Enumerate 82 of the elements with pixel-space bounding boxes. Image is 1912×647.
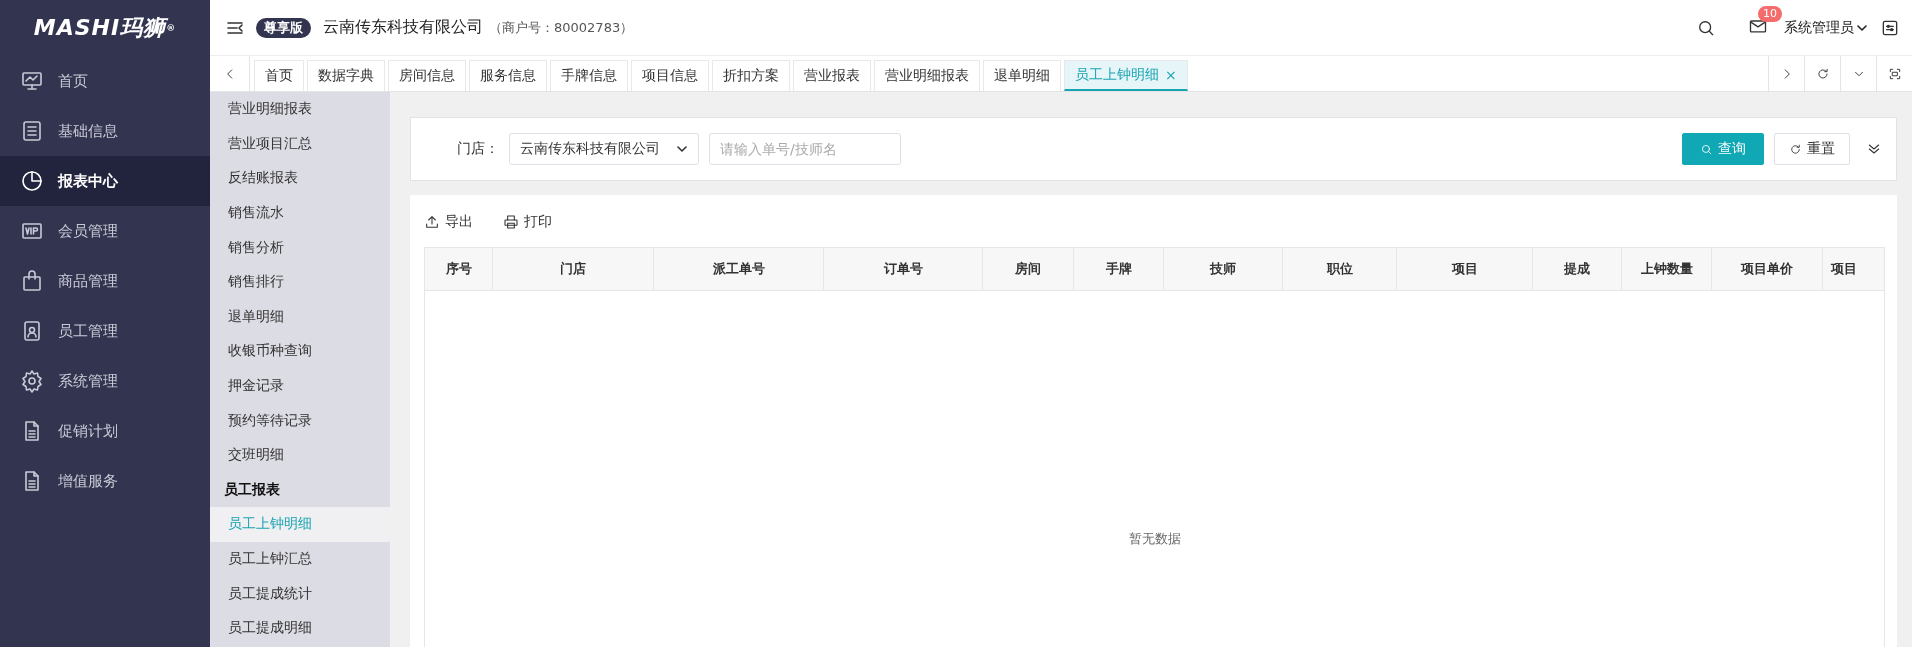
tab[interactable]: 手牌信息 [550, 60, 628, 91]
chevron-down-icon [676, 143, 688, 155]
sidebar-item[interactable]: 增值服务 [0, 456, 210, 506]
bag-icon [20, 269, 44, 293]
sidebar-item-label: 报表中心 [58, 171, 118, 191]
edition-badge: 尊享版 [256, 17, 311, 38]
store-select[interactable]: 云南传东科技有限公司 [509, 133, 699, 165]
tab[interactable]: 营业报表 [793, 60, 871, 91]
print-button[interactable]: 打印 [503, 213, 552, 231]
refresh-icon [1815, 66, 1830, 81]
sidebar-item[interactable]: 会员管理 [0, 206, 210, 256]
submenu-item[interactable]: 销售分析 [210, 230, 390, 265]
company-name: 云南传东科技有限公司 [323, 17, 483, 38]
column-header: 提成 [1533, 248, 1622, 290]
submenu-item[interactable]: 员工上钟汇总 [210, 541, 390, 577]
column-header: 职位 [1283, 248, 1397, 290]
tab[interactable]: 折扣方案 [712, 60, 790, 91]
empty-message: 暂无数据 [1128, 530, 1181, 548]
tab[interactable]: 首页 [254, 60, 304, 91]
printer-icon [503, 214, 519, 230]
submenu-group-title: 员工报表 [223, 479, 281, 499]
sidebar-item[interactable]: 首页 [0, 56, 210, 106]
user-menu[interactable]: 系统管理员 [1784, 18, 1868, 37]
fullscreen-icon [1887, 66, 1902, 81]
submenu-item[interactable]: 销售排行 [210, 264, 390, 300]
sidebar-item[interactable]: 促销计划 [0, 406, 210, 456]
tab[interactable]: 退单明细 [983, 60, 1061, 91]
submenu-item[interactable]: 员工提成明细 [210, 610, 390, 646]
column-header: 序号 [425, 248, 493, 290]
column-header: 门店 [493, 248, 654, 290]
submenu-item[interactable]: 营业项目汇总 [210, 126, 390, 162]
submenu-item[interactable]: 押金记录 [210, 368, 390, 404]
sidebar-item-label: 商品管理 [58, 271, 118, 291]
submenu-item[interactable]: 营业明细报表 [210, 92, 390, 127]
tab[interactable]: 服务信息 [469, 60, 547, 91]
store-label: 门店： [457, 140, 499, 158]
search-icon [1700, 142, 1713, 156]
notification-badge: 10 [1758, 6, 1782, 22]
tab[interactable]: 数据字典 [307, 60, 385, 91]
menu-icon[interactable] [226, 19, 244, 36]
export-button[interactable]: 导出 [424, 213, 473, 231]
column-header: 项目单价 [1712, 248, 1823, 290]
sidebar-item-label: 员工管理 [58, 321, 118, 341]
merchant-number: （商户号：80002783） [489, 18, 634, 37]
submenu-item[interactable]: 销售流水 [210, 195, 390, 231]
column-header: 订单号 [824, 248, 983, 290]
sidebar-item-label: 促销计划 [58, 421, 118, 441]
sidebar-item[interactable]: 商品管理 [0, 256, 210, 306]
sidebar-item[interactable]: 系统管理 [0, 356, 210, 406]
refresh-icon [1789, 142, 1802, 156]
tab[interactable]: 房间信息 [388, 60, 466, 91]
tab[interactable]: 项目信息 [631, 60, 709, 91]
upload-icon [424, 214, 440, 230]
submenu-item[interactable]: 员工提成统计 [210, 576, 390, 611]
sidebar-item[interactable]: 报表中心 [0, 156, 210, 206]
sidebar-item-label: 首页 [58, 71, 88, 91]
column-header: 技师 [1164, 248, 1283, 290]
search-field[interactable]: 请输入单号/技师名 [709, 133, 901, 165]
sidebar-item-label: 增值服务 [58, 471, 118, 491]
monitor-icon [20, 69, 44, 93]
sidebar-item[interactable]: 员工管理 [0, 306, 210, 356]
tab[interactable]: 营业明细报表 [874, 60, 980, 91]
pie-chart-icon [20, 169, 44, 193]
column-header: 手牌 [1074, 248, 1164, 290]
column-header: 上钟数量 [1622, 248, 1712, 290]
column-header: 派工单号 [654, 248, 824, 290]
submenu-item[interactable]: 反结账报表 [210, 161, 390, 196]
list-icon [20, 119, 44, 143]
column-header: 房间 [983, 248, 1074, 290]
submenu-item[interactable]: 退单明细 [210, 299, 390, 335]
sidebar-item-label: 会员管理 [58, 221, 118, 241]
logo: MASHI玛狮$^{®}$ [32, 14, 178, 42]
reset-button[interactable]: 重置 [1774, 133, 1850, 165]
column-header: 项目 [1397, 248, 1533, 290]
sidebar-item[interactable]: 基础信息 [0, 106, 210, 156]
sidebar-item-label: 系统管理 [58, 371, 118, 391]
submenu-item[interactable]: 交班明细 [210, 437, 390, 473]
submenu-item[interactable]: 收银币种查询 [210, 334, 390, 369]
settings-icon [20, 369, 44, 393]
column-header: 项目 [1829, 260, 1858, 278]
sidebar-item-label: 基础信息 [58, 121, 118, 141]
submenu-item[interactable]: 预约等待记录 [210, 403, 390, 438]
